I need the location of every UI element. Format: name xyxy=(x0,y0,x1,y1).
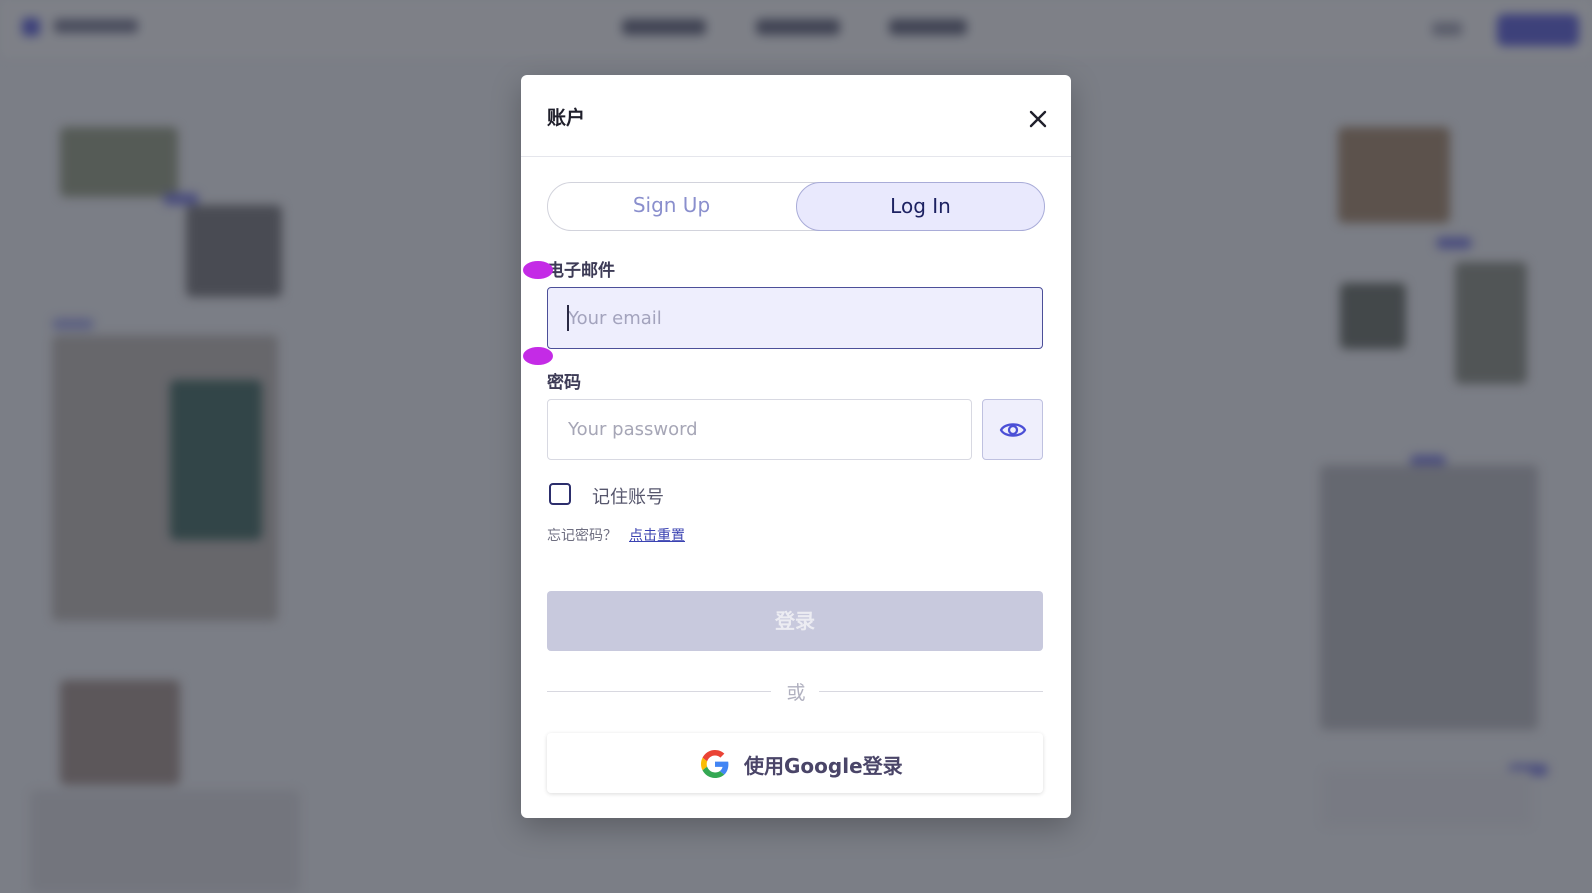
reset-password-link[interactable]: 点击重置 xyxy=(629,525,685,545)
password-field[interactable] xyxy=(547,399,972,460)
annotation-marker xyxy=(523,261,553,279)
divider-line-left xyxy=(547,691,771,692)
account-modal: 账户 Sign Up Log In 电子邮件 密码 记住账号 忘记密码？ 点击重… xyxy=(521,75,1071,818)
google-login-label: 使用Google登录 xyxy=(744,754,903,778)
google-login-button[interactable]: 使用Google登录 xyxy=(547,733,1043,793)
remember-account-checkbox[interactable] xyxy=(549,483,571,505)
divider-line-right xyxy=(819,691,1043,692)
auth-tabs: Sign Up Log In xyxy=(547,182,1045,231)
forgot-password-text: 忘记密码？ xyxy=(547,528,617,544)
annotation-marker xyxy=(523,347,553,365)
remember-account-label[interactable]: 记住账号 xyxy=(592,483,664,509)
toggle-password-visibility-button[interactable] xyxy=(982,399,1043,460)
google-icon xyxy=(701,750,729,778)
close-icon xyxy=(1029,110,1047,128)
divider-or: 或 xyxy=(786,682,806,704)
text-cursor xyxy=(567,305,569,331)
login-button[interactable]: 登录 xyxy=(547,591,1043,651)
modal-title: 账户 xyxy=(547,107,586,129)
eye-icon xyxy=(999,423,1027,437)
password-label: 密码 xyxy=(547,373,581,393)
tab-log-in[interactable]: Log In xyxy=(796,182,1045,231)
tab-sign-up[interactable]: Sign Up xyxy=(547,182,796,231)
email-field[interactable] xyxy=(547,287,1043,349)
modal-header: 账户 xyxy=(521,75,1071,157)
email-label: 电子邮件 xyxy=(547,261,615,281)
close-button[interactable] xyxy=(1024,105,1052,133)
